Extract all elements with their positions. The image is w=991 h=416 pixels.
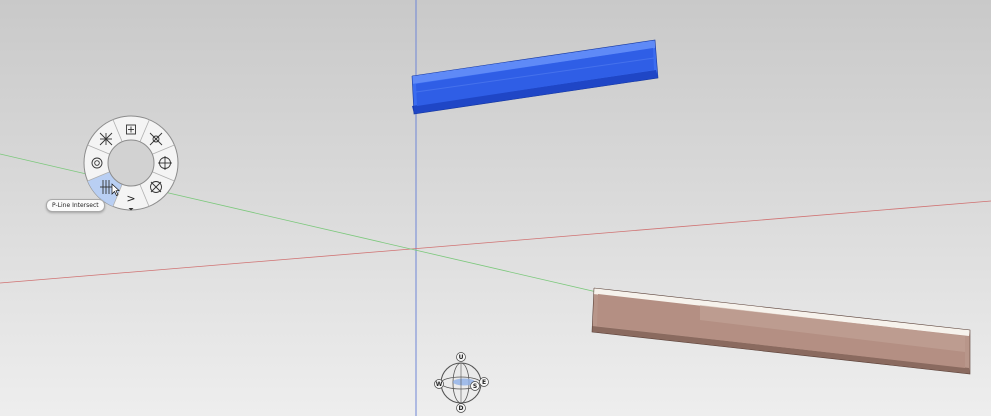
compass-east-button[interactable]: E <box>479 377 489 387</box>
brown-i-beam[interactable] <box>591 287 971 375</box>
center-snap-icon[interactable] <box>99 132 113 146</box>
compass-south-button[interactable]: S <box>470 381 480 391</box>
axis-line-red <box>0 200 991 284</box>
blue-i-beam[interactable] <box>411 39 659 115</box>
compass-south-label: S <box>473 383 477 390</box>
next-label: > <box>126 192 135 205</box>
compass-up-label: U <box>459 354 464 361</box>
navigation-compass[interactable]: U D W E S <box>434 352 489 413</box>
compass-west-label: W <box>436 381 443 388</box>
3d-viewport[interactable]: > U D W E S P-Line Intersect <box>0 0 991 416</box>
compass-down-label: D <box>459 405 464 412</box>
compass-west-button[interactable]: W <box>434 379 444 389</box>
snap-wheel: > <box>83 115 179 211</box>
compass-up-button[interactable]: U <box>456 352 466 362</box>
compass-down-button[interactable]: D <box>456 403 466 413</box>
compass-east-label: E <box>482 379 486 386</box>
snap-tooltip: P-Line Intersect <box>46 199 105 212</box>
